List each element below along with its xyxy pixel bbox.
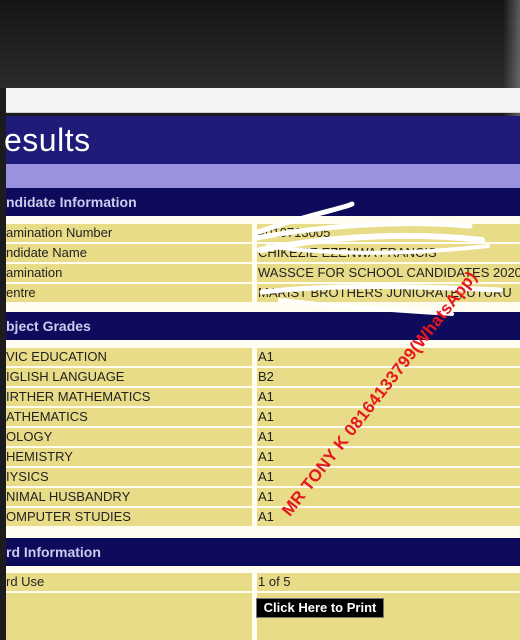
row-value: 1 of 5 — [258, 574, 291, 589]
row-label: ndidate Name — [6, 245, 87, 260]
grade-row: ATHEMATICS A1 — [6, 408, 520, 426]
section-card-information: rd Information — [6, 538, 520, 566]
column-divider — [252, 244, 257, 262]
row-label: rd Use — [6, 574, 45, 589]
column-divider — [252, 388, 257, 406]
row-value: MARIST BROTHERS JUNIORATE, UTURU — [258, 285, 512, 300]
column-divider — [252, 488, 257, 506]
column-divider — [252, 284, 257, 302]
header-accent-strip — [6, 164, 520, 188]
grade-row: IGLISH LANGUAGE B2 — [6, 368, 520, 386]
subject-label: OMPUTER STUDIES — [6, 509, 131, 524]
column-divider — [252, 468, 257, 486]
row-exam-number: amination Number 4010713005 — [6, 224, 520, 242]
section-heading: rd Information — [6, 544, 101, 560]
grade-row: VIC EDUCATION A1 — [6, 348, 520, 366]
section-heading: bject Grades — [6, 318, 91, 334]
row-label: amination Number — [6, 225, 113, 240]
subject-label: ATHEMATICS — [6, 409, 88, 424]
section-candidate-information: ndidate Information — [6, 188, 520, 216]
column-divider — [252, 448, 257, 466]
column-divider — [252, 623, 257, 640]
grade-row: OLOGY A1 — [6, 428, 520, 446]
column-divider — [252, 428, 257, 446]
row-bottom-filler — [6, 623, 520, 640]
subject-label: IRTHER MATHEMATICS — [6, 389, 151, 404]
column-divider — [252, 264, 257, 282]
row-label: amination — [6, 265, 63, 280]
row-examination: amination WASSCE FOR SCHOOL CANDIDATES 2… — [6, 264, 520, 282]
results-page: ndidate Information amination Number 401… — [6, 188, 520, 640]
subject-label: IYSICS — [6, 469, 49, 484]
print-button[interactable]: Click Here to Print — [256, 598, 384, 618]
dark-top-area — [0, 0, 520, 88]
grade-row: IRTHER MATHEMATICS A1 — [6, 388, 520, 406]
grade-value: A1 — [258, 349, 274, 364]
row-label: entre — [6, 285, 36, 300]
subject-label: OLOGY — [6, 429, 53, 444]
grade-value: A1 — [258, 429, 274, 444]
grade-row: IYSICS A1 — [6, 468, 520, 486]
column-divider — [252, 573, 257, 591]
results-title-bar: esults — [4, 116, 520, 164]
column-divider — [252, 508, 257, 526]
column-divider — [252, 408, 257, 426]
section-heading: ndidate Information — [6, 194, 137, 210]
column-divider — [252, 224, 257, 242]
column-divider — [252, 368, 257, 386]
grade-value: A1 — [258, 409, 274, 424]
column-divider — [252, 348, 257, 366]
row-card-use: rd Use 1 of 5 — [6, 573, 520, 591]
subject-label: NIMAL HUSBANDRY — [6, 489, 131, 504]
grade-row: NIMAL HUSBANDRY A1 — [6, 488, 520, 506]
top-white-bar — [6, 88, 520, 113]
subject-label: IGLISH LANGUAGE — [6, 369, 125, 384]
row-candidate-name: ndidate Name CHIKEZIE EZENWA FRANCIS — [6, 244, 520, 262]
grade-row: OMPUTER STUDIES A1 — [6, 508, 520, 526]
subject-label: VIC EDUCATION — [6, 349, 107, 364]
grade-row: HEMISTRY A1 — [6, 448, 520, 466]
subject-label: HEMISTRY — [6, 449, 73, 464]
row-value: 4010713005 — [258, 225, 331, 240]
grade-value: A1 — [258, 449, 274, 464]
row-value: CHIKEZIE EZENWA FRANCIS — [258, 245, 437, 260]
page-title: esults — [4, 122, 91, 158]
